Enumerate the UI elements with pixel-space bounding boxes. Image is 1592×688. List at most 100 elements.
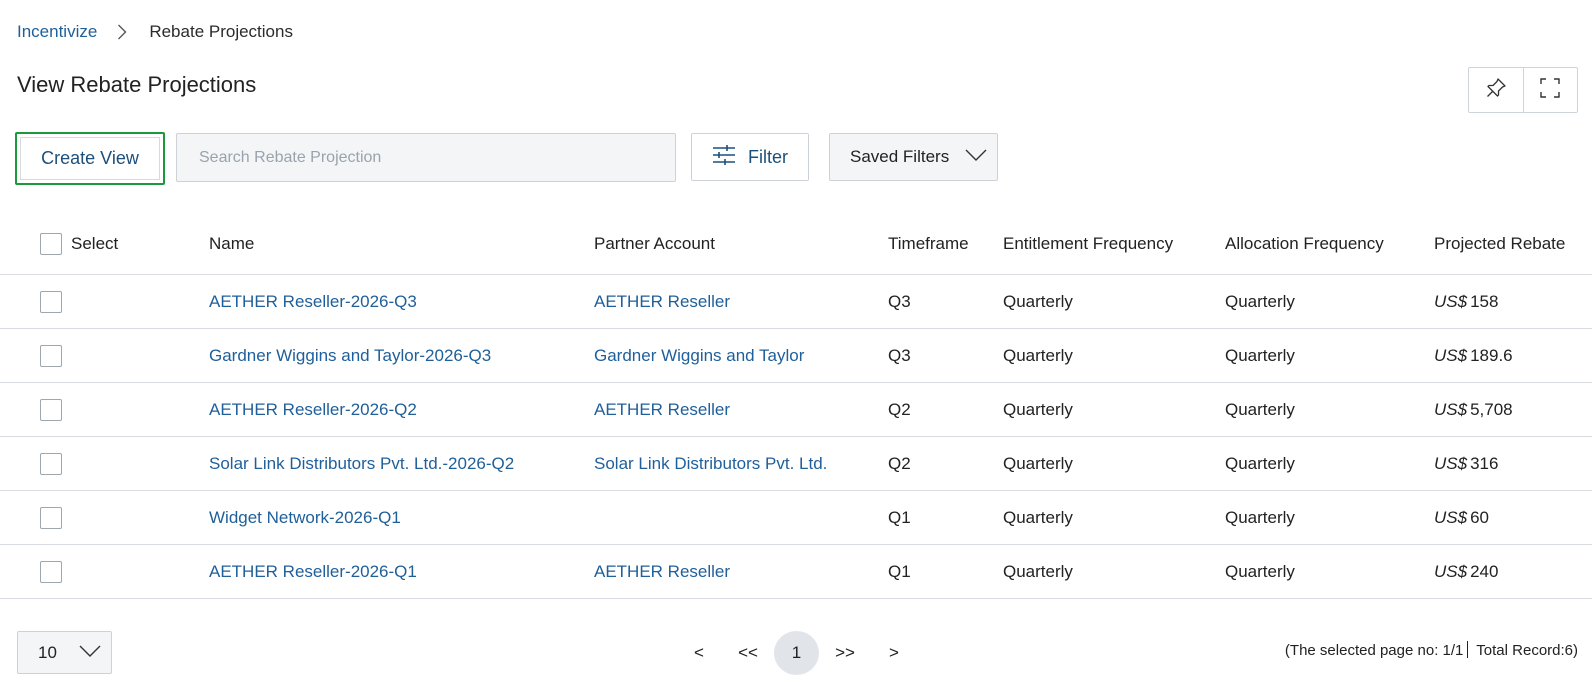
header-allocation-frequency[interactable]: Allocation Frequency <box>1225 214 1384 274</box>
sliders-icon <box>712 144 736 171</box>
fullscreen-icon <box>1539 77 1561 104</box>
header-timeframe[interactable]: Timeframe <box>888 214 969 274</box>
last-page-button[interactable]: >> <box>831 631 859 675</box>
row-projected-rebate: US$ 189.6 <box>1434 329 1513 382</box>
pin-icon <box>1485 77 1507 104</box>
currency-code: US$ <box>1434 291 1468 311</box>
row-timeframe: Q2 <box>888 399 911 419</box>
row-projected-rebate: US$ 316 <box>1434 437 1498 490</box>
pagination-divider <box>1467 641 1469 658</box>
row-select <box>40 275 62 328</box>
currency-code: US$ <box>1434 453 1468 473</box>
breadcrumb-link-incentivize[interactable]: Incentivize <box>17 22 97 42</box>
breadcrumb: Incentivize Rebate Projections <box>17 22 293 42</box>
row-checkbox[interactable] <box>40 344 62 367</box>
row-timeframe: Q3 <box>888 291 911 311</box>
page-size-value: 10 <box>38 642 57 662</box>
row-entitlement-frequency: Quarterly <box>1003 507 1073 527</box>
current-page-button[interactable]: 1 <box>774 631 819 675</box>
rebate-amount: 189.6 <box>1470 345 1513 365</box>
row-checkbox[interactable] <box>40 560 62 583</box>
rebate-amount: 158 <box>1470 291 1499 311</box>
row-allocation-frequency: Quarterly <box>1225 561 1295 581</box>
search-input[interactable] <box>176 133 676 182</box>
row-entitlement-frequency: Quarterly <box>1003 453 1073 473</box>
chevron-down-icon <box>965 147 987 167</box>
pagination-status-page: (The selected page no: 1/1 <box>1284 642 1464 659</box>
table-row: Widget Network-2026-Q1 Q1 Quarterly Quar… <box>0 491 1592 545</box>
select-all-checkbox[interactable] <box>40 233 62 255</box>
header-partner-account[interactable]: Partner Account <box>594 214 715 274</box>
pin-button[interactable] <box>1469 68 1523 112</box>
row-select <box>40 491 62 544</box>
table-header-row: Select Name Partner Account Timeframe En… <box>0 214 1592 275</box>
pagination-status-total: Total Record:6) <box>1472 642 1578 659</box>
table-row: AETHER Reseller-2026-Q1 AETHER Reseller … <box>0 545 1592 599</box>
filter-label: Filter <box>748 146 788 167</box>
table-row: Gardner Wiggins and Taylor-2026-Q3 Gardn… <box>0 329 1592 383</box>
row-projected-rebate: US$ 240 <box>1434 545 1498 598</box>
row-name-link[interactable]: Widget Network-2026-Q1 <box>209 491 401 544</box>
row-timeframe: Q2 <box>888 453 911 473</box>
row-checkbox[interactable] <box>40 452 62 475</box>
filter-button[interactable]: Filter <box>691 133 809 181</box>
row-partner-link[interactable]: AETHER Reseller <box>594 275 730 328</box>
pagination-status: (The selected page no: 1/1 Total Record:… <box>1285 641 1578 659</box>
row-select <box>40 437 62 490</box>
row-name-link[interactable]: AETHER Reseller-2026-Q1 <box>209 545 417 598</box>
row-entitlement-frequency: Quarterly <box>1003 291 1073 311</box>
row-allocation-frequency: Quarterly <box>1225 291 1295 311</box>
header-select: Select <box>40 214 118 274</box>
create-view-button[interactable]: Create View <box>15 132 165 185</box>
chevron-right-icon <box>117 24 127 40</box>
rebate-projections-table: Select Name Partner Account Timeframe En… <box>0 214 1592 599</box>
row-checkbox[interactable] <box>40 398 62 421</box>
page-size-select[interactable]: 10 <box>17 631 112 674</box>
first-page-button[interactable]: << <box>734 631 762 675</box>
next-page-button[interactable]: > <box>885 631 903 675</box>
page-title: View Rebate Projections <box>17 72 257 97</box>
currency-code: US$ <box>1434 399 1468 419</box>
table-row: AETHER Reseller-2026-Q2 AETHER Reseller … <box>0 383 1592 437</box>
currency-code: US$ <box>1434 507 1468 527</box>
row-checkbox[interactable] <box>40 506 62 529</box>
header-name[interactable]: Name <box>209 214 254 274</box>
row-entitlement-frequency: Quarterly <box>1003 399 1073 419</box>
row-select <box>40 329 62 382</box>
row-projected-rebate: US$ 5,708 <box>1434 383 1513 436</box>
row-projected-rebate: US$ 158 <box>1434 275 1498 328</box>
row-entitlement-frequency: Quarterly <box>1003 345 1073 365</box>
row-name-link[interactable]: AETHER Reseller-2026-Q3 <box>209 275 417 328</box>
row-partner-link[interactable]: AETHER Reseller <box>594 383 730 436</box>
header-projected-rebate[interactable]: Projected Rebate <box>1434 214 1565 274</box>
rebate-amount: 316 <box>1470 453 1499 473</box>
row-partner-link[interactable]: AETHER Reseller <box>594 545 730 598</box>
header-select-label: Select <box>71 234 119 253</box>
row-select <box>40 383 62 436</box>
header-entitlement-frequency[interactable]: Entitlement Frequency <box>1003 214 1173 274</box>
fullscreen-button[interactable] <box>1522 68 1578 112</box>
row-entitlement-frequency: Quarterly <box>1003 561 1073 581</box>
row-partner-link[interactable]: Gardner Wiggins and Taylor <box>594 329 804 382</box>
row-timeframe: Q1 <box>888 561 911 581</box>
row-name-link[interactable]: AETHER Reseller-2026-Q2 <box>209 383 417 436</box>
row-allocation-frequency: Quarterly <box>1225 399 1295 419</box>
row-allocation-frequency: Quarterly <box>1225 345 1295 365</box>
row-partner-link[interactable]: Solar Link Distributors Pvt. Ltd. <box>594 437 827 490</box>
row-name-link[interactable]: Solar Link Distributors Pvt. Ltd.-2026-Q… <box>209 437 514 490</box>
saved-filters-dropdown[interactable]: Saved Filters <box>829 133 998 181</box>
row-allocation-frequency: Quarterly <box>1225 507 1295 527</box>
create-view-label: Create View <box>41 148 139 168</box>
row-checkbox[interactable] <box>40 290 62 313</box>
row-projected-rebate: US$ 60 <box>1434 491 1489 544</box>
currency-code: US$ <box>1434 561 1468 581</box>
row-name-link[interactable]: Gardner Wiggins and Taylor-2026-Q3 <box>209 329 491 382</box>
saved-filters-label: Saved Filters <box>850 147 950 166</box>
currency-code: US$ <box>1434 345 1468 365</box>
table-row: AETHER Reseller-2026-Q3 AETHER Reseller … <box>0 275 1592 329</box>
row-allocation-frequency: Quarterly <box>1225 453 1295 473</box>
row-timeframe: Q1 <box>888 507 911 527</box>
prev-page-button[interactable]: < <box>690 631 708 675</box>
row-select <box>40 545 62 598</box>
breadcrumb-current: Rebate Projections <box>149 22 293 41</box>
